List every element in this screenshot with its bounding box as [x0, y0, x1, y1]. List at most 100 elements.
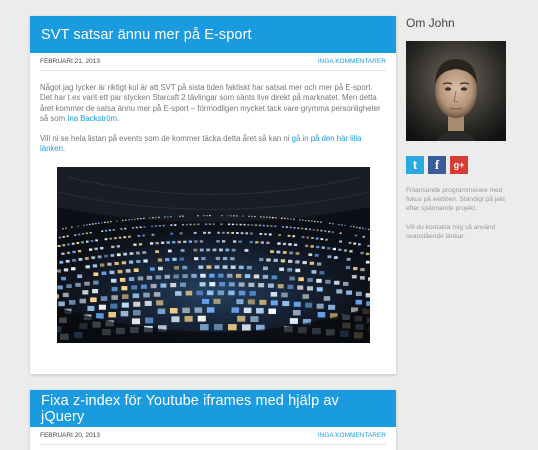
arena-screen — [60, 252, 65, 256]
arena-screen — [228, 282, 235, 287]
ina-backstrom-link[interactable]: Ina Backström — [67, 114, 117, 123]
arena-screen — [150, 284, 157, 289]
paragraph-text: Vill ni se hela listan på events som de … — [40, 133, 292, 143]
arena-screen — [104, 230, 107, 232]
arena-screen — [76, 226, 79, 228]
arena-screen — [316, 304, 324, 310]
arena-screen — [300, 228, 303, 230]
arena-screen — [316, 287, 323, 292]
arena-screen — [95, 313, 104, 320]
post-paragraph: Något jag tycker är riktigt kul är att S… — [40, 83, 386, 125]
arena-screen — [345, 266, 350, 270]
arena-screen — [273, 225, 276, 228]
arena-screen — [366, 245, 370, 248]
arena-screen — [85, 265, 90, 269]
arena-screen — [215, 257, 220, 261]
arena-screen — [66, 252, 70, 255]
arena-screen — [171, 258, 177, 262]
arena-screen — [215, 240, 220, 243]
arena-screen — [331, 223, 334, 225]
post-title-link[interactable]: Fixa z-index för Youtube iframes med hjä… — [41, 393, 385, 425]
arena-screen — [140, 284, 147, 290]
comments-link[interactable]: INGA KOMMENTARER — [318, 58, 386, 65]
arena-screen — [76, 274, 82, 279]
paragraph-end: . — [62, 144, 66, 154]
arena-screen — [173, 266, 179, 271]
arena-screen — [229, 215, 232, 217]
arena-screen — [327, 305, 335, 311]
arena-screen — [68, 300, 75, 306]
arena-screen — [78, 258, 82, 262]
arena-screen — [310, 220, 313, 223]
arena-screen — [238, 282, 245, 288]
contact-paragraph: Vill du kontakta mig så använd ovanståen… — [406, 223, 496, 240]
arena-screen — [286, 218, 289, 220]
arena-screen — [166, 241, 170, 245]
arena-screen — [131, 227, 134, 230]
arena-screen — [88, 248, 92, 252]
arena-screen — [120, 286, 127, 291]
arena-screen — [324, 239, 328, 242]
arena-screen — [235, 232, 239, 235]
arena-screen — [160, 242, 164, 245]
arena-screen — [83, 282, 90, 287]
arena-screen — [57, 245, 60, 248]
arena-screen — [94, 239, 98, 242]
arena-screen — [132, 302, 140, 308]
arena-screen — [192, 249, 197, 252]
arena-screen — [224, 249, 229, 252]
facebook-icon[interactable]: f — [428, 156, 446, 174]
arena-screen — [255, 308, 264, 314]
arena-screen — [301, 294, 309, 300]
arena-screen — [218, 248, 223, 252]
arena-screen — [88, 224, 91, 226]
arena-screen — [125, 269, 131, 274]
arena-screen — [280, 259, 285, 263]
arena-screen — [82, 225, 85, 227]
arena-screen — [181, 215, 184, 218]
arena-screen — [146, 276, 152, 281]
arena-screen — [296, 285, 303, 291]
arena-screen — [275, 251, 280, 254]
arena-screen — [150, 225, 153, 228]
arena-screen — [232, 240, 236, 244]
arena-screen — [328, 223, 331, 225]
post-date: FEBRUARI 20, 2013 — [40, 432, 100, 439]
arena-screen — [144, 301, 152, 307]
arena-screen — [242, 224, 246, 226]
arena-screen — [301, 219, 304, 222]
arena-screen — [305, 237, 309, 239]
arena-screen — [81, 233, 84, 236]
arena-screen — [194, 307, 202, 314]
arena-screen — [253, 216, 256, 218]
arena-screen — [212, 299, 221, 305]
arena-screen — [253, 274, 259, 279]
arena-screen — [206, 290, 213, 296]
arena-screen — [90, 240, 93, 243]
arena-screen — [180, 249, 185, 253]
arena-screen — [230, 307, 239, 314]
arena-screen — [247, 283, 254, 288]
arena-screen — [327, 231, 330, 233]
arena-screen — [85, 241, 89, 244]
arena-screen — [166, 216, 169, 218]
arena-screen — [60, 277, 66, 281]
arena-screen — [132, 244, 137, 247]
arena-screen — [157, 217, 160, 219]
arena-screen — [265, 242, 270, 245]
arena-screen — [227, 223, 230, 226]
google-plus-icon[interactable]: g+ — [450, 156, 468, 174]
twitter-icon[interactable]: t — [406, 156, 424, 174]
arena-screen — [179, 257, 184, 262]
arena-screen — [271, 275, 277, 280]
arena-screen — [157, 267, 163, 271]
post-title-link[interactable]: SVT satsar ännu mer på E-sport — [41, 27, 252, 43]
arena-screen — [297, 277, 304, 282]
arena-screen — [357, 243, 361, 246]
arena-screen — [97, 255, 102, 259]
arena-screen — [170, 316, 180, 323]
comments-link[interactable]: INGA KOMMENTARER — [318, 432, 386, 439]
arena-screen — [179, 283, 186, 288]
post-date: FEBRUARI 21, 2013 — [40, 58, 100, 65]
arena-screen — [238, 240, 242, 244]
